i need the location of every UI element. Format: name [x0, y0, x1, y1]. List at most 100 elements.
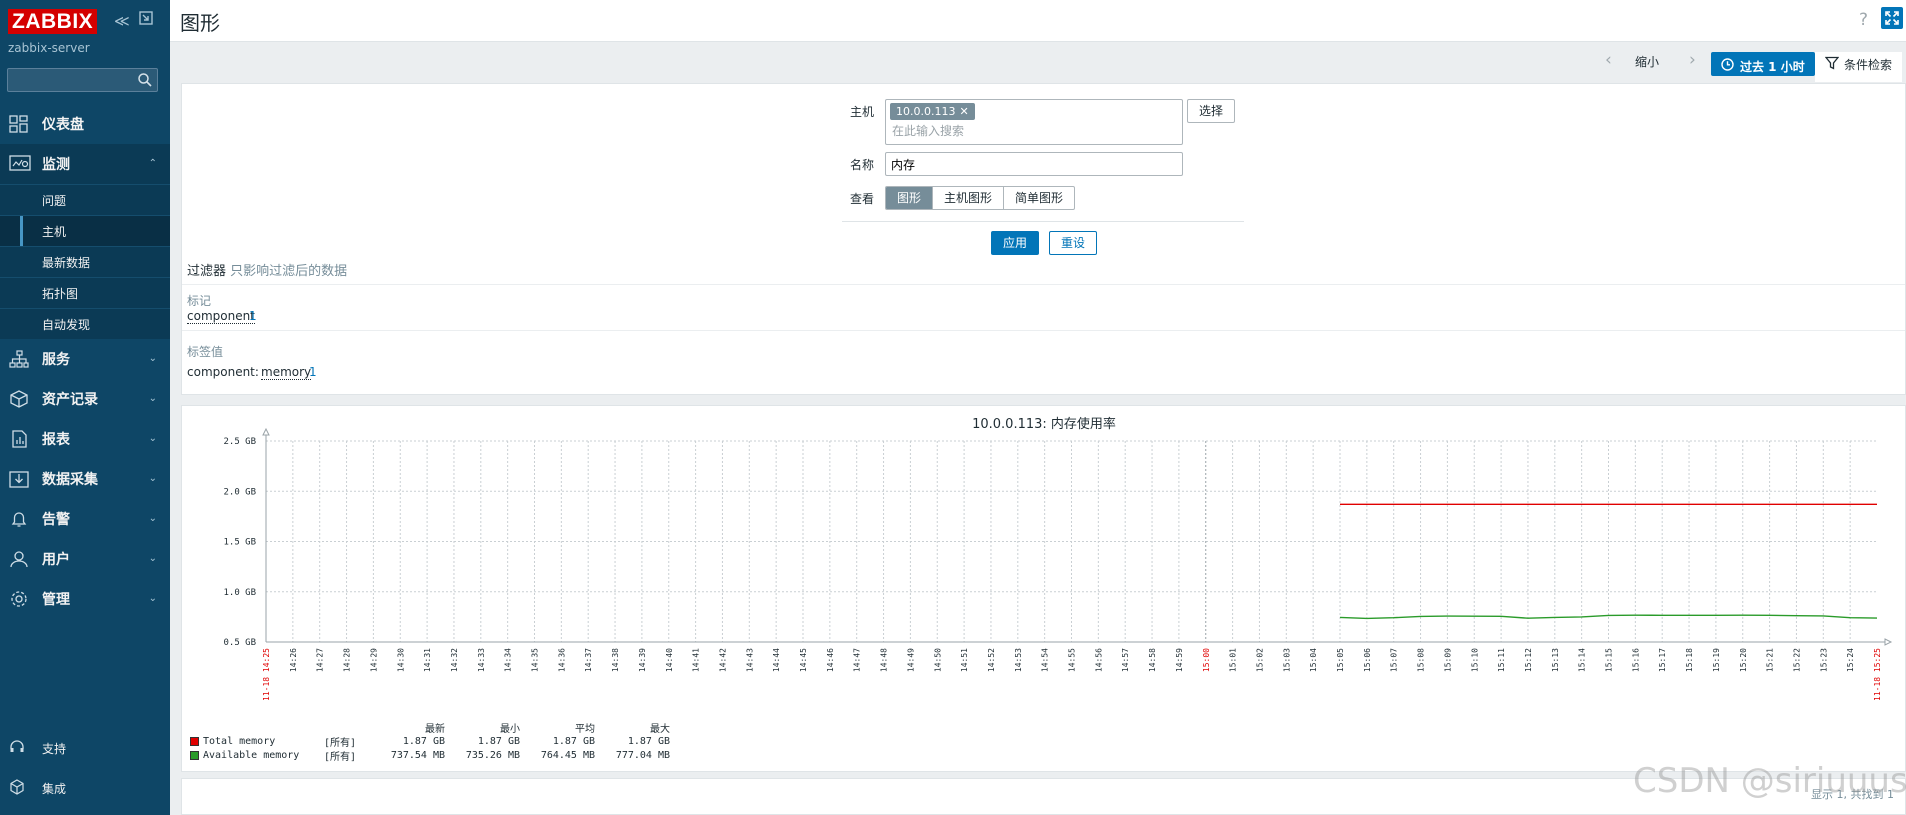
submenu-hosts[interactable]: 主机	[0, 215, 170, 246]
menu-reports[interactable]: 报表 ⌄	[0, 419, 170, 459]
x-range-label: 11-18 14:25	[262, 648, 271, 701]
menu-inventory[interactable]: 资产记录 ⌄	[0, 379, 170, 419]
x-tick-label: 14:53	[1014, 648, 1023, 672]
kiosk-mode-icon[interactable]	[1881, 7, 1903, 29]
filter-tab[interactable]: 条件检索	[1815, 52, 1903, 82]
monitoring-icon	[9, 155, 31, 173]
menu-users[interactable]: 用户 ⌄	[0, 539, 170, 579]
name-input[interactable]	[885, 152, 1183, 176]
time-period-button[interactable]: 过去 1 小时	[1711, 52, 1815, 76]
sidebar-search[interactable]	[7, 68, 158, 92]
x-tick-label: 15:10	[1470, 648, 1479, 672]
legend-row-available: Available memory [所有] 737.54 MB 735.26 M…	[190, 748, 670, 763]
host-chip: 10.0.0.113 ✕	[890, 103, 975, 120]
menu-alerts[interactable]: 告警 ⌄	[0, 499, 170, 539]
search-icon[interactable]	[137, 72, 153, 91]
menu-data-collection[interactable]: 数据采集 ⌄	[0, 459, 170, 499]
time-forward-icon[interactable]: ›	[1689, 50, 1696, 70]
hide-sidebar-icon[interactable]	[138, 10, 154, 30]
x-tick-label: 14:32	[450, 648, 459, 672]
x-tick-label: 15:00	[1202, 648, 1211, 672]
help-icon[interactable]: ?	[1859, 10, 1868, 30]
x-tick-label: 15:12	[1524, 648, 1533, 672]
zabbix-logo[interactable]: ZABBIX	[8, 9, 98, 34]
x-tick-label: 14:29	[369, 648, 378, 672]
menu-support[interactable]: 支持	[0, 728, 170, 768]
chevron-down-icon: ⌄	[148, 513, 157, 524]
x-tick-label: 14:51	[960, 648, 969, 672]
submenu-latest-data[interactable]: 最新数据	[0, 246, 170, 277]
support-icon	[9, 739, 29, 757]
integrations-icon	[9, 779, 29, 797]
name-label: 名称	[850, 158, 875, 172]
menu-integrations[interactable]: 集成	[0, 768, 170, 808]
menu-administration[interactable]: 管理 ⌄	[0, 579, 170, 619]
x-range-label: 11-18 15:25	[1873, 648, 1882, 701]
tag-component-link[interactable]: component	[187, 309, 255, 324]
sidebar: ZABBIX ≪ zabbix-server 仪表盘 监测 ⌃ 问题 主机 最新…	[0, 0, 170, 815]
x-tick-label: 14:34	[504, 648, 513, 672]
collapse-sidebar-icon[interactable]: ≪	[114, 12, 130, 30]
sidebar-search-input[interactable]	[8, 69, 128, 91]
x-tick-label: 15:02	[1255, 648, 1264, 672]
legend-header: 最新 最小 平均 最大	[425, 723, 670, 735]
select-host-button[interactable]: 选择	[1187, 99, 1235, 123]
remove-chip-icon[interactable]: ✕	[959, 105, 968, 118]
reset-button[interactable]: 重设	[1049, 231, 1097, 255]
submenu-problems[interactable]: 问题	[0, 184, 170, 215]
chevron-down-icon: ⌄	[148, 593, 157, 604]
x-tick-label: 14:28	[343, 648, 352, 672]
graph-panel: 10.0.0.113: 内存使用率 0.5 GB 1.0 GB 1.5 GB 2.0 G…	[181, 405, 1906, 772]
view-option-graph[interactable]: 图形	[886, 187, 933, 209]
x-tick-label: 14:46	[826, 648, 835, 672]
submenu-discovery[interactable]: 自动发现	[0, 308, 170, 339]
chevron-down-icon: ⌄	[148, 553, 157, 564]
tag-value-memory-link[interactable]: memory	[261, 365, 312, 380]
x-tick-label: 14:40	[665, 648, 674, 672]
tags-label: 标记	[187, 294, 212, 308]
filter-divider	[842, 221, 1244, 222]
x-tick-label: 14:26	[289, 648, 298, 672]
time-back-icon[interactable]: ‹	[1605, 50, 1612, 70]
x-tick-label: 14:31	[423, 648, 432, 672]
x-tick-label: 14:41	[692, 648, 701, 672]
submenu-maps[interactable]: 拓扑图	[0, 277, 170, 308]
x-tick-label: 14:27	[316, 648, 325, 672]
menu-monitoring[interactable]: 监测 ⌃	[0, 144, 170, 184]
view-option-host-graph[interactable]: 主机图形	[932, 187, 1003, 209]
x-tick-label: 15:04	[1309, 648, 1318, 672]
x-tick-label: 14:49	[906, 648, 915, 672]
x-tick-label: 14:50	[933, 648, 942, 672]
server-name: zabbix-server	[8, 41, 90, 55]
x-tick-label: 15:23	[1819, 648, 1828, 672]
x-tick-label: 14:39	[638, 648, 647, 672]
view-label: 查看	[850, 192, 875, 206]
dashboard-icon	[9, 115, 29, 133]
host-multiselect[interactable]: 10.0.0.113 ✕ 在此输入搜索	[885, 99, 1183, 145]
chevron-down-icon: ⌄	[148, 353, 157, 364]
subfilter-title: 过滤器 只影响过滤后的数据	[187, 264, 348, 279]
x-tick-label: 15:08	[1417, 648, 1426, 672]
memory-usage-chart[interactable]: 10.0.0.113: 内存使用率 0.5 GB 1.0 GB 1.5 GB 2.0 G…	[182, 406, 1906, 718]
tag-count: 1	[249, 309, 257, 323]
divider	[182, 330, 1905, 331]
legend-swatch-green	[190, 750, 199, 760]
x-tick-label: 14:35	[531, 648, 540, 672]
menu-services[interactable]: 服务 ⌄	[0, 339, 170, 379]
apply-button[interactable]: 应用	[991, 231, 1039, 255]
zoom-out-button[interactable]: 缩小	[1635, 53, 1659, 70]
y-tick-label: 1.0 GB	[223, 588, 256, 598]
view-option-simple-graph[interactable]: 简单图形	[1003, 187, 1074, 209]
y-tick-label: 0.5 GB	[223, 638, 256, 648]
data-collection-icon	[9, 470, 29, 488]
x-tick-label: 15:07	[1390, 648, 1399, 672]
y-tick-label: 2.5 GB	[223, 437, 256, 447]
host-search-placeholder[interactable]: 在此输入搜索	[892, 122, 964, 139]
menu-dashboard[interactable]: 仪表盘	[0, 104, 170, 144]
chart-legend: 最新 最小 平均 最大 Total memory [所有] 1.87 GB 1.…	[190, 720, 670, 763]
y-axis-arrow	[262, 427, 270, 436]
chevron-down-icon: ⌄	[148, 433, 157, 444]
watermark: CSDN @siriuuus	[1633, 761, 1906, 801]
page-header: 图形 ?	[170, 0, 1906, 42]
services-icon	[9, 350, 29, 368]
